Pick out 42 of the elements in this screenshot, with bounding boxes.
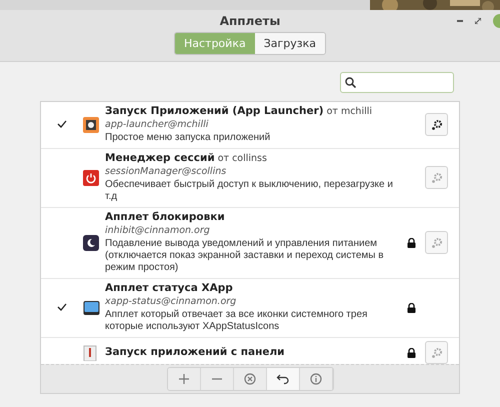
applet-name: Запуск приложений с панели [105, 346, 286, 359]
tab[interactable]: Загрузка [254, 33, 326, 54]
applet-description: Апплет который отвечает за все иконки системного трея которые используют XAppStatusIcons [105, 309, 368, 333]
window-title: Апплеты [220, 14, 280, 28]
launcher-icon [83, 116, 99, 132]
clear-button[interactable] [234, 368, 266, 390]
settings-icon [430, 118, 442, 130]
add-icon [178, 373, 190, 385]
applet-description: Подавление вывода уведомлений и управления питанием (отключается показ экранной заставки и переход системы в режим простоя) [105, 238, 385, 274]
undo-button[interactable] [266, 368, 300, 390]
applet-id: inhibit@cinnamon.org [105, 225, 211, 237]
applet-name: Апплет блокировки [105, 211, 226, 224]
settings-button[interactable] [425, 113, 448, 136]
info-icon [310, 373, 322, 385]
panel-icon [83, 344, 97, 360]
info-button[interactable] [300, 368, 332, 390]
applet-name: Менеджер сессий от collinss [105, 152, 268, 165]
applet-row[interactable]: Менеджер сессий от collinss sessionManager@scollins Обеспечивает быстрый доступ к выключению, перезагрузке и т.д [41, 149, 459, 208]
applet-name: Запуск Приложений (App Launcher) от mchilli [105, 105, 373, 118]
applet-id: xapp-status@cinnamon.org [105, 296, 238, 308]
moon-icon [83, 234, 99, 250]
applet-row[interactable]: Апплет блокировки inhibit@cinnamon.org Подавление вывода уведомлений и управления питанием (отключается показ экранной заставки и переход системы в режим простоя) [41, 208, 459, 279]
power-icon [83, 170, 99, 186]
applet-row[interactable]: Апплет статуса XApp xapp-status@cinnamon.org Апплет который отвечает за все иконки системного трея которые используют XAppStatusIcons [41, 279, 459, 338]
applet-id: app-launcher@mchilli [105, 119, 210, 131]
applet-name: Апплет статуса XApp [105, 282, 234, 295]
settings-icon [430, 346, 442, 358]
applet-row[interactable]: Запуск Приложений (App Launcher) от mchilli app-launcher@mchilli Простое меню запуска приложений [41, 102, 459, 149]
clear-icon [244, 373, 256, 385]
add-button[interactable] [168, 368, 200, 390]
search-icon [345, 77, 356, 88]
applet-description: Обеспечивает быстрый доступ к выключению, перезагрузке и т.д [105, 179, 394, 203]
settings-icon [430, 236, 442, 248]
tray-icon [83, 300, 100, 316]
settings-icon [430, 172, 442, 184]
applet-row[interactable]: Запуск приложений с панели [41, 338, 459, 364]
undo-icon [276, 373, 289, 385]
close-icon[interactable] [493, 14, 500, 28]
applet-id: sessionManager@scollins [105, 166, 228, 178]
search-field[interactable] [340, 72, 454, 93]
applet-description: Простое меню запуска приложений [105, 132, 272, 144]
maximize-icon[interactable] [475, 18, 481, 24]
